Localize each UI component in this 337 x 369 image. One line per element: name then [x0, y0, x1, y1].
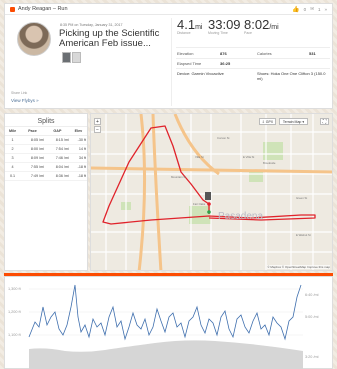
- shoes-info[interactable]: Shoes: Hoka One One Clifton 3 (150.0 mi): [257, 71, 329, 81]
- fullscreen-button[interactable]: ⛶: [320, 118, 329, 125]
- table-cell: 8:04 /mi: [44, 162, 70, 172]
- terrain-map-label: Terrain Map: [282, 120, 302, 124]
- table-cell: 1: [5, 135, 21, 145]
- map-canvas[interactable]: [91, 114, 333, 271]
- kudos-icon[interactable]: 👍: [292, 6, 299, 13]
- table-cell: 7:54 /mi: [44, 144, 70, 154]
- distance-unit: mi: [195, 24, 203, 31]
- elapsed-time-row: Elapsed Time 36:25: [177, 61, 249, 66]
- table-cell: 3: [5, 153, 21, 163]
- calories-row: Calories 531: [257, 51, 329, 56]
- terrain-map-dropdown[interactable]: Terrain Map ▾: [279, 118, 308, 125]
- share-link-label[interactable]: Share Link: [11, 91, 27, 95]
- strava-logo-icon: [10, 6, 15, 12]
- table-cell: 8:15 /mi: [44, 135, 70, 145]
- street-label: Brookside: [263, 161, 276, 165]
- table-cell: -18 ft: [69, 162, 87, 172]
- kudos-count[interactable]: 0: [304, 7, 307, 12]
- divider: [176, 68, 330, 69]
- elevation-pace-chart[interactable]: 1,300 ft 1,200 ft 1,100 ft 6:40 /mi 5:00…: [4, 276, 333, 369]
- calories-label: Calories: [257, 51, 272, 56]
- table-row: 1 8:05 /mi 8:15 /mi -30 ft: [5, 135, 87, 145]
- divider: [171, 18, 172, 106]
- table-cell: 8:09 /mi: [20, 153, 45, 163]
- street-label: E Walnut St: [296, 233, 311, 237]
- table-cell: 8:36 /mi: [44, 171, 70, 181]
- activity-photo[interactable]: [62, 52, 71, 63]
- device-info: Device: Garmin Vivoactive: [177, 71, 224, 76]
- splits-title: Splits: [5, 114, 87, 127]
- elevation-value: 876: [220, 51, 227, 56]
- moving-time-stat: 33:09 Moving Time: [208, 17, 241, 35]
- street-label: Green St: [296, 196, 308, 200]
- gpx-label: GPX: [265, 120, 274, 124]
- table-cell: 8:00 /mi: [20, 144, 45, 154]
- view-flybys-link[interactable]: View Flybys »: [11, 98, 39, 103]
- table-cell: 7:55 /mi: [20, 162, 45, 172]
- zoom-out-button[interactable]: −: [94, 126, 101, 133]
- street-label: Fair Oaks: [193, 202, 206, 206]
- table-cell: 7:46 /mi: [44, 153, 70, 163]
- more-button[interactable]: »: [324, 7, 327, 12]
- table-cell: 8:05 /mi: [20, 135, 45, 145]
- distance-value: 4.1: [177, 17, 196, 32]
- activity-title-bar: Andy Reagan – Run 👍 0 ✉ 1 »: [5, 4, 332, 15]
- table-row: 3 8:09 /mi 7:46 /mi 34 ft: [5, 153, 87, 163]
- calories-value: 531: [309, 51, 316, 56]
- chart-canvas[interactable]: [5, 277, 334, 369]
- elapsed-time-value: 36:25: [220, 61, 231, 66]
- table-cell: 34 ft: [69, 153, 87, 163]
- pace-stat: 8:02/mi Pace: [244, 17, 279, 35]
- city-label: Pasadena: [218, 211, 264, 222]
- activity-photo[interactable]: [72, 52, 81, 63]
- table-cell: 7:49 /mi: [20, 171, 45, 181]
- activity-datetime: 8:35 PM on Tuesday, January 31, 2017: [60, 23, 123, 27]
- comments-count[interactable]: 1: [318, 7, 321, 12]
- table-cell: -18 ft: [69, 171, 87, 181]
- table-cell: 0.1: [5, 171, 21, 181]
- street-label: E Villa St: [243, 155, 255, 159]
- pace-value: 8:02: [244, 17, 270, 32]
- elevation-label: Elevation: [177, 51, 194, 56]
- table-row: 0.1 7:49 /mi 8:36 /mi -18 ft: [5, 171, 87, 181]
- route-map[interactable]: + − ⇩ GPX Terrain Map ▾ ⛶ Villa St E Vil…: [90, 113, 333, 271]
- table-row: 4 7:55 /mi 8:04 /mi -18 ft: [5, 162, 87, 172]
- splits-column-header: GAP: [44, 127, 70, 136]
- street-label: Mountain St: [171, 175, 186, 179]
- elapsed-time-label: Elapsed Time: [177, 61, 202, 66]
- table-cell: -30 ft: [69, 135, 87, 145]
- table-cell: 14 ft: [69, 144, 87, 154]
- splits-panel: Splits Mile Pace GAP Elev 1 8:05 /mi 8:15 /mi…: [4, 113, 88, 271]
- distance-stat: 4.1mi Distance: [177, 17, 202, 35]
- elevation-row: Elevation 876: [177, 51, 249, 56]
- avatar[interactable]: [17, 22, 51, 56]
- gpx-download-button[interactable]: ⇩ GPX: [259, 118, 276, 125]
- activity-header-card: Andy Reagan – Run 👍 0 ✉ 1 » 8:35 PM on T…: [4, 3, 333, 109]
- pace-unit: /mi: [269, 24, 279, 31]
- table-cell: 4: [5, 162, 21, 172]
- elevation-area: [29, 340, 303, 369]
- splits-table: Mile Pace GAP Elev 1 8:05 /mi 8:15 /mi -30 ft 2…: [5, 127, 87, 181]
- zoom-in-button[interactable]: +: [94, 118, 101, 125]
- splits-column-header: Mile: [5, 127, 21, 136]
- divider: [176, 47, 330, 48]
- table-row: 2 8:00 /mi 7:54 /mi 14 ft: [5, 144, 87, 154]
- street-label: Corson St: [217, 136, 230, 140]
- street-label: Villa St: [195, 155, 204, 159]
- splits-column-header: Elev: [69, 127, 87, 136]
- map-attribution[interactable]: © Mapbox © OpenStreetMap Improve this ma…: [267, 265, 330, 269]
- activity-name: Picking up the Scientific American Feb i…: [59, 28, 160, 49]
- athlete-activity-title: Andy Reagan – Run: [18, 6, 68, 12]
- table-cell: 2: [5, 144, 21, 154]
- comment-icon[interactable]: ✉: [310, 6, 314, 12]
- divider: [176, 58, 330, 59]
- splits-column-header: Pace: [20, 127, 45, 136]
- moving-time-value: 33:09: [208, 17, 241, 32]
